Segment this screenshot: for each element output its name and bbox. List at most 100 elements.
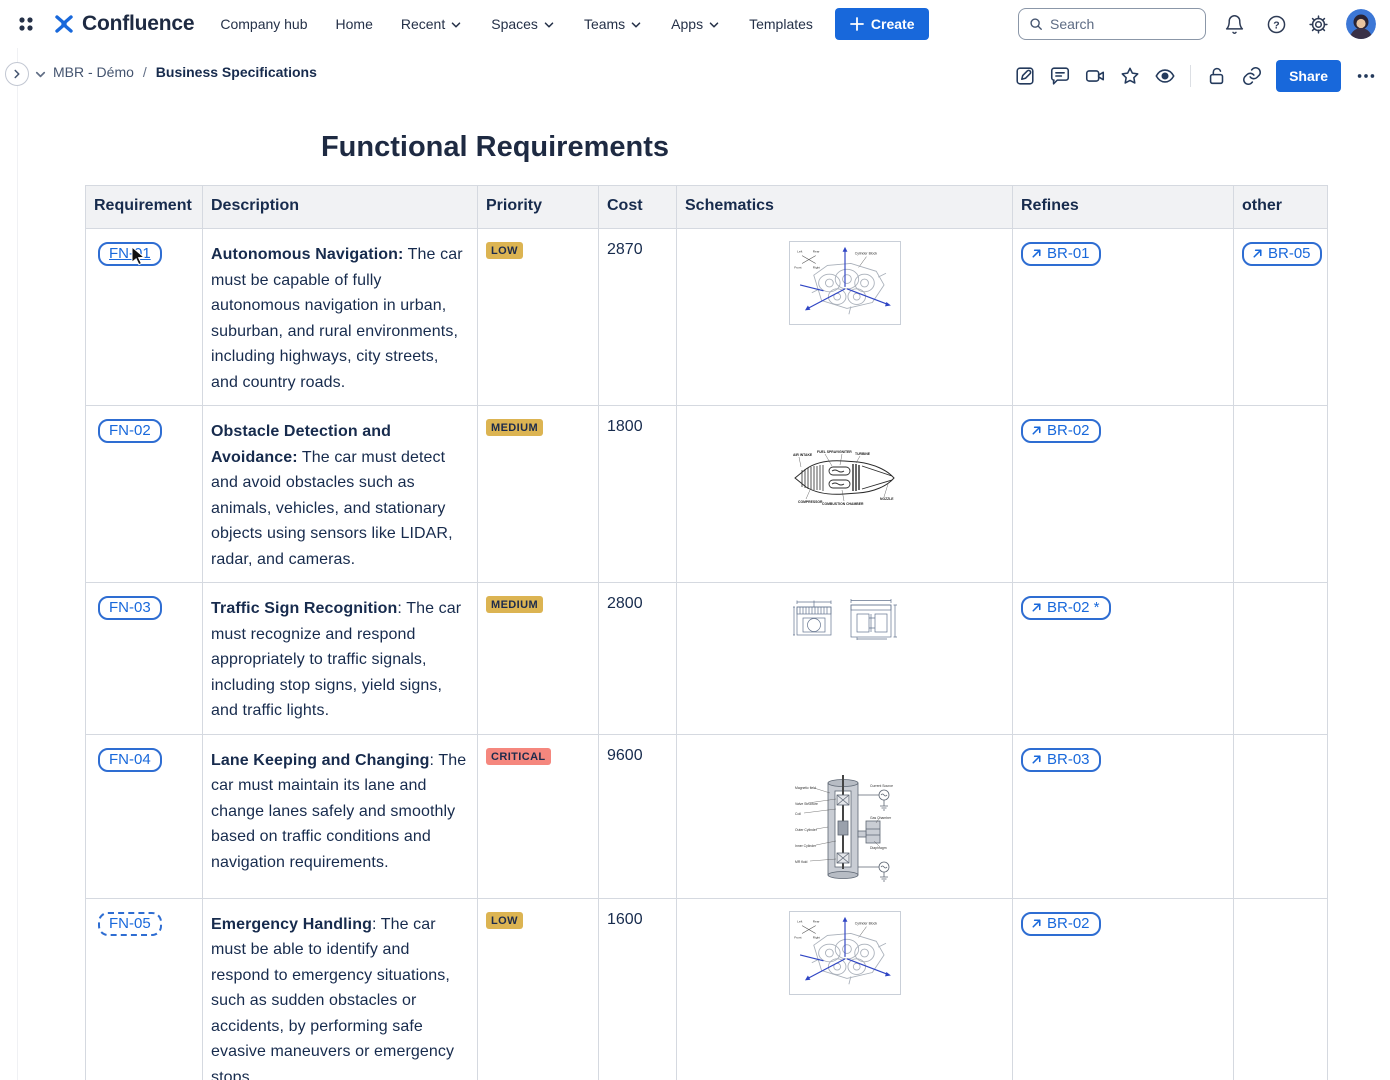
breadcrumb-separator: / (143, 64, 147, 80)
schematic-image-jet-engine[interactable]: AIR INTAKE FUEL SPRAY IGNITER TURBINE CO… (685, 448, 1004, 506)
refines-link[interactable]: BR-02 (1021, 912, 1101, 936)
breadcrumb-page-link[interactable]: Business Specifications (156, 64, 317, 80)
other-link[interactable]: BR-05 (1242, 242, 1322, 266)
description-text: Emergency Handling: The car must be able… (211, 912, 469, 1080)
more-actions-icon[interactable] (1351, 62, 1380, 91)
copy-link-icon[interactable] (1237, 62, 1266, 91)
description-text: Obstacle Detection and Avoidance: The ca… (211, 419, 469, 572)
refines-link[interactable]: BR-02 * (1021, 596, 1111, 620)
nav-recent[interactable]: Recent (401, 16, 463, 32)
svg-text:Outer Cylinder: Outer Cylinder (795, 828, 818, 832)
table-row: FN-01 Autonomous Navigation: The car mus… (86, 229, 1328, 406)
help-icon[interactable]: ? (1262, 10, 1290, 38)
svg-text:Left: Left (797, 250, 802, 254)
app-switcher-icon[interactable] (14, 12, 38, 36)
priority-lozenge: LOW (486, 912, 523, 929)
confluence-logo[interactable]: Confluence (52, 12, 194, 36)
nav-company-hub[interactable]: Company hub (220, 16, 307, 32)
svg-text:NOZZLE: NOZZLE (880, 497, 894, 501)
star-icon[interactable] (1115, 62, 1144, 91)
brand-name: Confluence (82, 12, 194, 36)
confluence-logo-icon (52, 12, 76, 36)
svg-text:Cylinder Block: Cylinder Block (854, 921, 877, 925)
breadcrumb-expand-icon[interactable] (33, 67, 48, 82)
svg-text:Cylinder Block: Cylinder Block (854, 252, 877, 256)
nav-teams[interactable]: Teams (584, 16, 643, 32)
requirement-link[interactable]: FN-04 (98, 748, 162, 772)
refines-link[interactable]: BR-01 (1021, 242, 1101, 266)
confluence-page: Confluence Company hub Home Recent Space… (0, 0, 1390, 1080)
priority-lozenge: LOW (486, 242, 523, 259)
svg-text:COMBUSTION CHAMBER: COMBUSTION CHAMBER (822, 502, 864, 506)
breadcrumb-space-link[interactable]: MBR - Démo (53, 64, 134, 80)
svg-text:AIR INTAKE: AIR INTAKE (793, 453, 813, 457)
requirements-table: Requirement Description Priority Cost Sc… (85, 185, 1328, 1080)
nav-spaces[interactable]: Spaces (491, 16, 556, 32)
schematic-image-engine-block[interactable]: Left Rear Front Right Cylinder Block (685, 911, 1004, 995)
topbar-right: ? (1018, 8, 1376, 40)
nav-home[interactable]: Home (336, 16, 373, 32)
col-header-schematics: Schematics (677, 186, 1013, 229)
table-row: FN-04 Lane Keeping and Changing: The car… (86, 734, 1328, 898)
page-header: MBR - Démo / Business Specifications (0, 50, 1390, 98)
svg-text:Gas Chamber: Gas Chamber (870, 816, 892, 820)
watch-eye-icon[interactable] (1150, 62, 1179, 91)
expand-sidebar-button[interactable] (5, 62, 29, 86)
requirement-link[interactable]: FN-02 (98, 419, 162, 443)
svg-text:Left: Left (797, 919, 802, 923)
top-navigation-bar: Confluence Company hub Home Recent Space… (0, 0, 1390, 48)
search-input[interactable] (1050, 16, 1195, 32)
cost-value: 2800 (607, 595, 643, 613)
nav-templates[interactable]: Templates (749, 16, 813, 32)
description-text: Autonomous Navigation: The car must be c… (211, 242, 469, 395)
col-header-other: other (1234, 186, 1328, 229)
requirement-link[interactable]: FN-03 (98, 596, 162, 620)
svg-text:Diaphragm: Diaphragm (870, 846, 887, 850)
table-row: FN-03 Traffic Sign Recognition: The car … (86, 583, 1328, 735)
search-box[interactable] (1018, 8, 1206, 40)
nav-apps[interactable]: Apps (671, 16, 721, 32)
table-row: FN-05 Emergency Handling: The car must b… (86, 898, 1328, 1080)
chevron-down-icon (707, 18, 721, 32)
description-text: Traffic Sign Recognition: The car must r… (211, 596, 469, 724)
svg-text:IGNITER: IGNITER (838, 450, 852, 454)
chevron-down-icon (629, 18, 643, 32)
svg-text:FUEL SPRAY: FUEL SPRAY (817, 450, 839, 454)
svg-text:?: ? (1273, 19, 1279, 31)
refines-link[interactable]: BR-03 (1021, 748, 1101, 772)
arrow-up-right-icon (1251, 247, 1264, 260)
svg-text:Front: Front (794, 935, 801, 939)
search-icon (1029, 16, 1043, 32)
description-text: Lane Keeping and Changing: The car must … (211, 748, 469, 876)
user-avatar[interactable] (1346, 9, 1376, 39)
priority-lozenge: CRITICAL (486, 748, 551, 765)
settings-gear-icon[interactable] (1304, 10, 1332, 38)
refines-link[interactable]: BR-02 (1021, 419, 1101, 443)
svg-text:Rear: Rear (812, 919, 819, 923)
schematic-image-damper-cylinder[interactable]: Magnetic field Valve Structure Coil Oute… (685, 773, 1004, 885)
svg-text:Valve Structure: Valve Structure (795, 802, 818, 806)
edit-icon[interactable] (1010, 62, 1039, 91)
col-header-refines: Refines (1013, 186, 1234, 229)
arrow-up-right-icon (1030, 424, 1043, 437)
unlock-icon[interactable] (1202, 62, 1231, 91)
schematic-image-piston-drawings[interactable] (685, 595, 1004, 640)
cost-value: 1800 (607, 418, 643, 436)
share-button[interactable]: Share (1276, 60, 1341, 92)
video-icon[interactable] (1080, 62, 1109, 91)
svg-text:Front: Front (794, 265, 801, 269)
collapsed-sidebar-rail (17, 48, 18, 1080)
notifications-icon[interactable] (1220, 10, 1248, 38)
col-header-requirement: Requirement (86, 186, 203, 229)
svg-text:Magnetic field: Magnetic field (795, 786, 816, 790)
cost-value: 1600 (607, 911, 643, 929)
divider (1190, 65, 1191, 87)
requirement-link[interactable]: FN-05 (98, 912, 162, 936)
create-button[interactable]: Create (835, 8, 929, 40)
priority-lozenge: MEDIUM (486, 596, 543, 613)
page-actions: Share (1010, 60, 1380, 92)
requirement-link[interactable]: FN-01 (98, 242, 162, 266)
schematic-image-engine-block[interactable]: Left Rear Front Right Cylinder Block (685, 241, 1004, 325)
comment-icon[interactable] (1045, 62, 1074, 91)
chevron-right-icon (10, 67, 24, 81)
